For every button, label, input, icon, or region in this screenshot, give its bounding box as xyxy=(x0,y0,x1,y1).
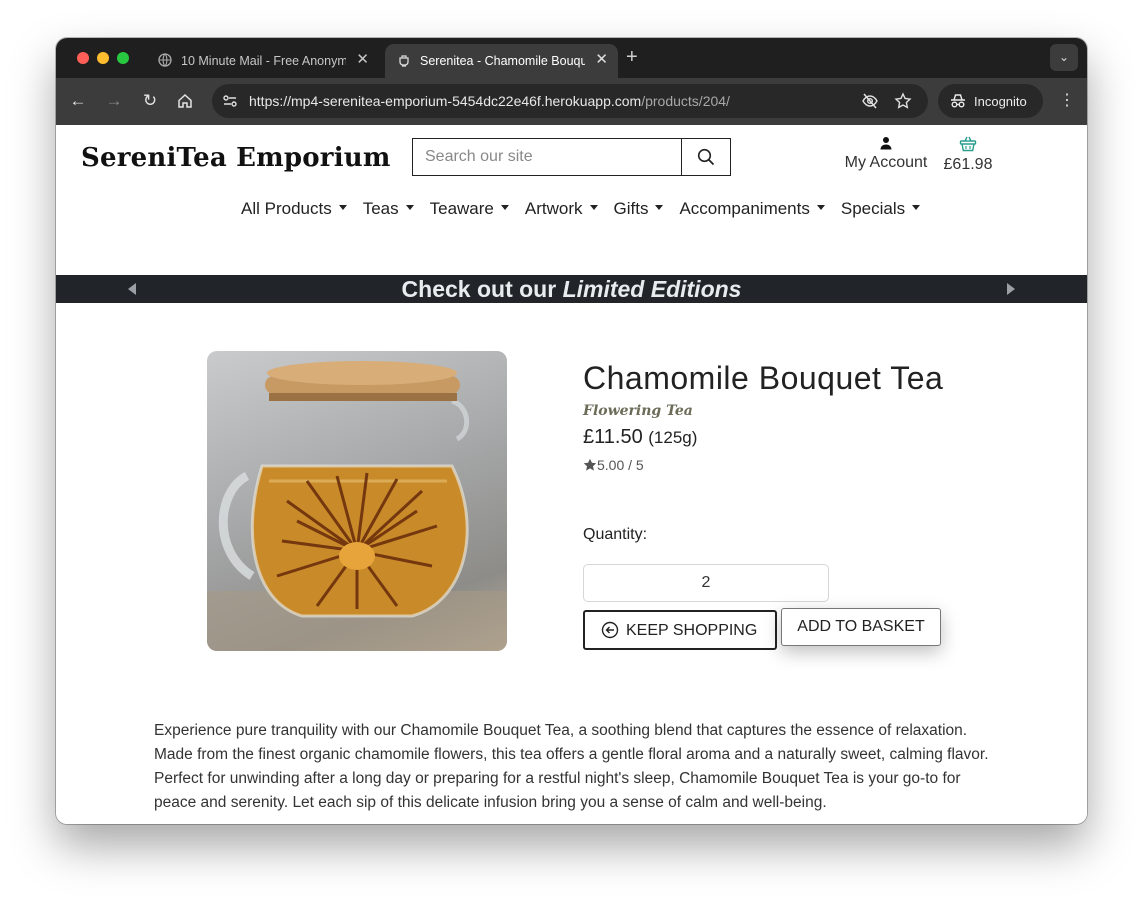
browser-menu-icon[interactable]: ⋮ xyxy=(1059,90,1075,110)
search-icon xyxy=(697,148,715,166)
tab-title: 10 Minute Mail - Free Anonymous xyxy=(181,54,346,68)
caret-down-icon xyxy=(338,205,347,211)
menu-label: Teaware xyxy=(429,199,494,218)
star-icon xyxy=(583,458,597,471)
tab-strip: 10 Minute Mail - Free Anonymous ✕ Sereni… xyxy=(56,38,1087,78)
caret-down-icon xyxy=(655,205,664,211)
tab-serenitea[interactable]: Serenitea - Chamomile Bouquet ✕ xyxy=(385,44,618,78)
browser-window: 10 Minute Mail - Free Anonymous ✕ Sereni… xyxy=(56,38,1087,824)
caret-down-icon xyxy=(500,205,509,211)
teapot-favicon-icon xyxy=(397,53,411,67)
banner-prefix: Check out our xyxy=(401,276,563,302)
product-price: £11.50 (125g) xyxy=(583,426,697,449)
menu-label: Accompaniments xyxy=(679,199,810,218)
add-to-basket-button[interactable]: ADD TO BASKET xyxy=(781,608,941,646)
new-tab-button[interactable]: + xyxy=(626,46,638,68)
price-value: £11.50 xyxy=(583,426,643,448)
menu-label: Teas xyxy=(362,199,399,218)
menu-label: Gifts xyxy=(613,199,649,218)
product-title: Chamomile Bouquet Tea xyxy=(583,360,944,396)
menu-label: All Products xyxy=(241,199,332,218)
product-description: Experience pure tranquility with our Cha… xyxy=(154,722,989,811)
incognito-badge[interactable]: Incognito xyxy=(938,84,1043,118)
maximize-window-button[interactable] xyxy=(117,52,129,64)
url-text: https://mp4-serenitea-emporium-5454dc22e… xyxy=(249,93,730,109)
url-host: https://mp4-serenitea-emporium-5454dc22e… xyxy=(249,93,642,109)
menu-artwork[interactable]: Artwork xyxy=(525,199,598,219)
menu-all-products[interactable]: All Products xyxy=(241,199,347,219)
caret-down-icon xyxy=(405,205,414,211)
close-window-button[interactable] xyxy=(77,52,89,64)
cart-link[interactable]: £61.98 xyxy=(940,136,996,174)
banner-text[interactable]: Check out our Limited Editions xyxy=(56,276,1087,303)
my-account-label: My Account xyxy=(844,154,928,171)
caret-down-icon xyxy=(816,205,825,211)
search-button[interactable] xyxy=(681,139,730,175)
menu-teaware[interactable]: Teaware xyxy=(430,199,509,219)
product-category[interactable]: Flowering Tea xyxy=(583,403,693,419)
menu-accompaniments[interactable]: Accompaniments xyxy=(679,199,825,219)
close-tab-icon[interactable]: ✕ xyxy=(595,52,608,68)
cart-total: £61.98 xyxy=(943,156,993,173)
menu-gifts[interactable]: Gifts xyxy=(614,199,664,219)
product-image xyxy=(207,351,507,651)
bookmark-star-icon[interactable] xyxy=(894,92,912,110)
user-icon xyxy=(880,137,892,150)
banner-next-icon[interactable] xyxy=(1007,283,1015,295)
url-path: /products/204/ xyxy=(641,93,730,109)
menu-label: Artwork xyxy=(524,199,583,218)
menu-label: Specials xyxy=(840,199,906,218)
my-account-link[interactable]: My Account xyxy=(838,136,934,172)
site-search xyxy=(412,138,731,176)
browser-toolbar: ← → ↻ https://mp4-serenitea-emporium-545… xyxy=(56,78,1087,125)
tab-title: Serenitea - Chamomile Bouquet xyxy=(420,54,585,68)
back-arrow-icon[interactable]: ← xyxy=(67,90,89,112)
eye-slash-icon[interactable] xyxy=(861,92,879,110)
web-page: SereniTea Emporium My Account £61.98 All… xyxy=(56,125,1087,824)
menu-teas[interactable]: Teas xyxy=(363,199,414,219)
incognito-label: Incognito xyxy=(974,94,1027,109)
caret-down-icon xyxy=(912,205,921,211)
quantity-label: Quantity: xyxy=(583,526,648,543)
rating-value: 5.00 / 5 xyxy=(597,457,644,473)
minimize-window-button[interactable] xyxy=(97,52,109,64)
main-menu: All Products Teas Teaware Artwork Gifts … xyxy=(241,199,936,219)
site-info-icon[interactable] xyxy=(221,92,239,110)
home-icon[interactable] xyxy=(174,90,196,112)
keep-shopping-button[interactable]: KEEP SHOPPING xyxy=(583,610,777,650)
basket-icon xyxy=(959,136,977,152)
globe-icon xyxy=(158,53,172,67)
quantity-input[interactable]: 2 xyxy=(583,564,829,602)
circle-arrow-left-icon xyxy=(601,621,619,639)
product-weight: (125g) xyxy=(648,428,698,447)
menu-specials[interactable]: Specials xyxy=(840,199,921,219)
keep-shopping-label: KEEP SHOPPING xyxy=(626,622,758,639)
forward-arrow-icon[interactable]: → xyxy=(103,90,125,112)
tab-search-chevron-icon[interactable]: ⌄ xyxy=(1050,44,1078,71)
caret-down-icon xyxy=(589,205,598,211)
search-input[interactable] xyxy=(413,139,682,175)
address-bar[interactable]: https://mp4-serenitea-emporium-5454dc22e… xyxy=(212,84,928,118)
promo-banner: Check out our Limited Editions xyxy=(56,275,1087,303)
product-rating: 5.00 / 5 xyxy=(583,457,644,473)
tab-10-minute-mail[interactable]: 10 Minute Mail - Free Anonymous ✕ xyxy=(146,44,379,78)
reload-icon[interactable]: ↻ xyxy=(139,90,161,112)
incognito-icon xyxy=(949,92,967,110)
banner-emphasis: Limited Editions xyxy=(562,276,742,302)
site-logo[interactable]: SereniTea Emporium xyxy=(81,143,391,173)
close-tab-icon[interactable]: ✕ xyxy=(356,52,369,68)
